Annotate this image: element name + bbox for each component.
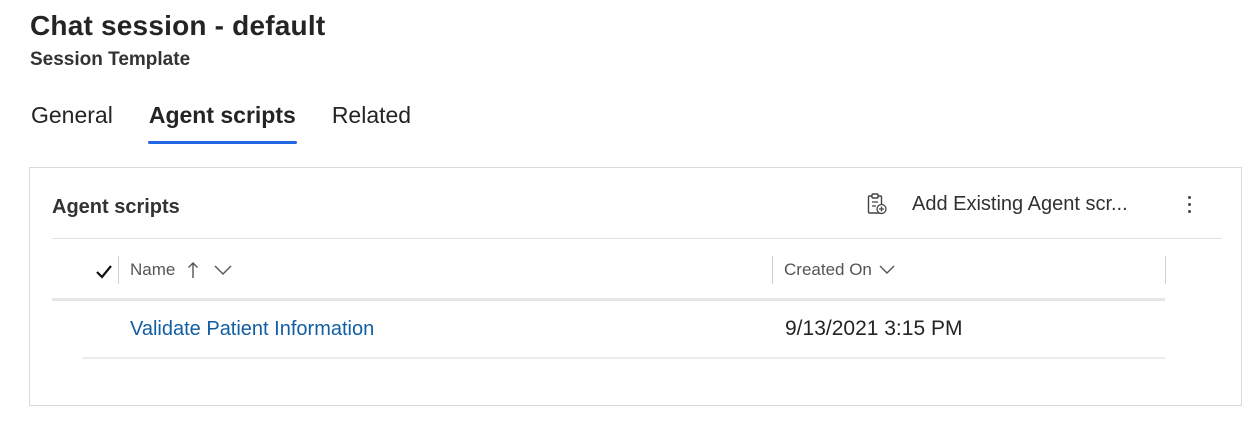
page-title: Chat session - default	[30, 10, 326, 41]
created-on-value: 9/13/2021 3:15 PM	[785, 317, 963, 340]
agent-scripts-panel: Agent scripts Add Existing Agent scr... …	[29, 167, 1242, 406]
column-separator[interactable]	[1165, 256, 1166, 284]
grid-header: Name Created On	[52, 254, 1166, 301]
chevron-down-icon[interactable]	[878, 264, 896, 276]
add-existing-agent-script-button[interactable]: Add Existing Agent scr...	[866, 192, 1128, 216]
chevron-down-icon[interactable]	[213, 264, 233, 276]
tab-bar: General Agent scripts Related	[30, 102, 446, 144]
sort-ascending-arrow-icon	[188, 262, 199, 278]
clipboard-add-icon	[867, 193, 887, 215]
panel-header-divider	[52, 238, 1222, 239]
column-created-on-label: Created On	[784, 260, 872, 279]
page-subtitle: Session Template	[30, 49, 191, 70]
column-separator[interactable]	[118, 256, 119, 284]
table-row[interactable]: Validate Patient Information 9/13/2021 3…	[82, 301, 1165, 359]
column-name-label: Name	[130, 260, 176, 279]
column-separator[interactable]	[772, 256, 773, 284]
tab-general[interactable]: General	[30, 102, 114, 144]
select-all-checkmark-icon[interactable]	[94, 262, 114, 282]
column-header-name[interactable]: Name	[130, 260, 233, 280]
tab-agent-scripts[interactable]: Agent scripts	[147, 102, 297, 144]
tab-related[interactable]: Related	[331, 102, 412, 144]
panel-title: Agent scripts	[52, 196, 180, 218]
column-header-created-on[interactable]: Created On	[784, 260, 896, 280]
agent-script-name-link[interactable]: Validate Patient Information	[130, 318, 374, 341]
add-existing-agent-script-label: Add Existing Agent scr...	[912, 192, 1128, 215]
more-vertical-icon[interactable]	[1180, 192, 1198, 218]
